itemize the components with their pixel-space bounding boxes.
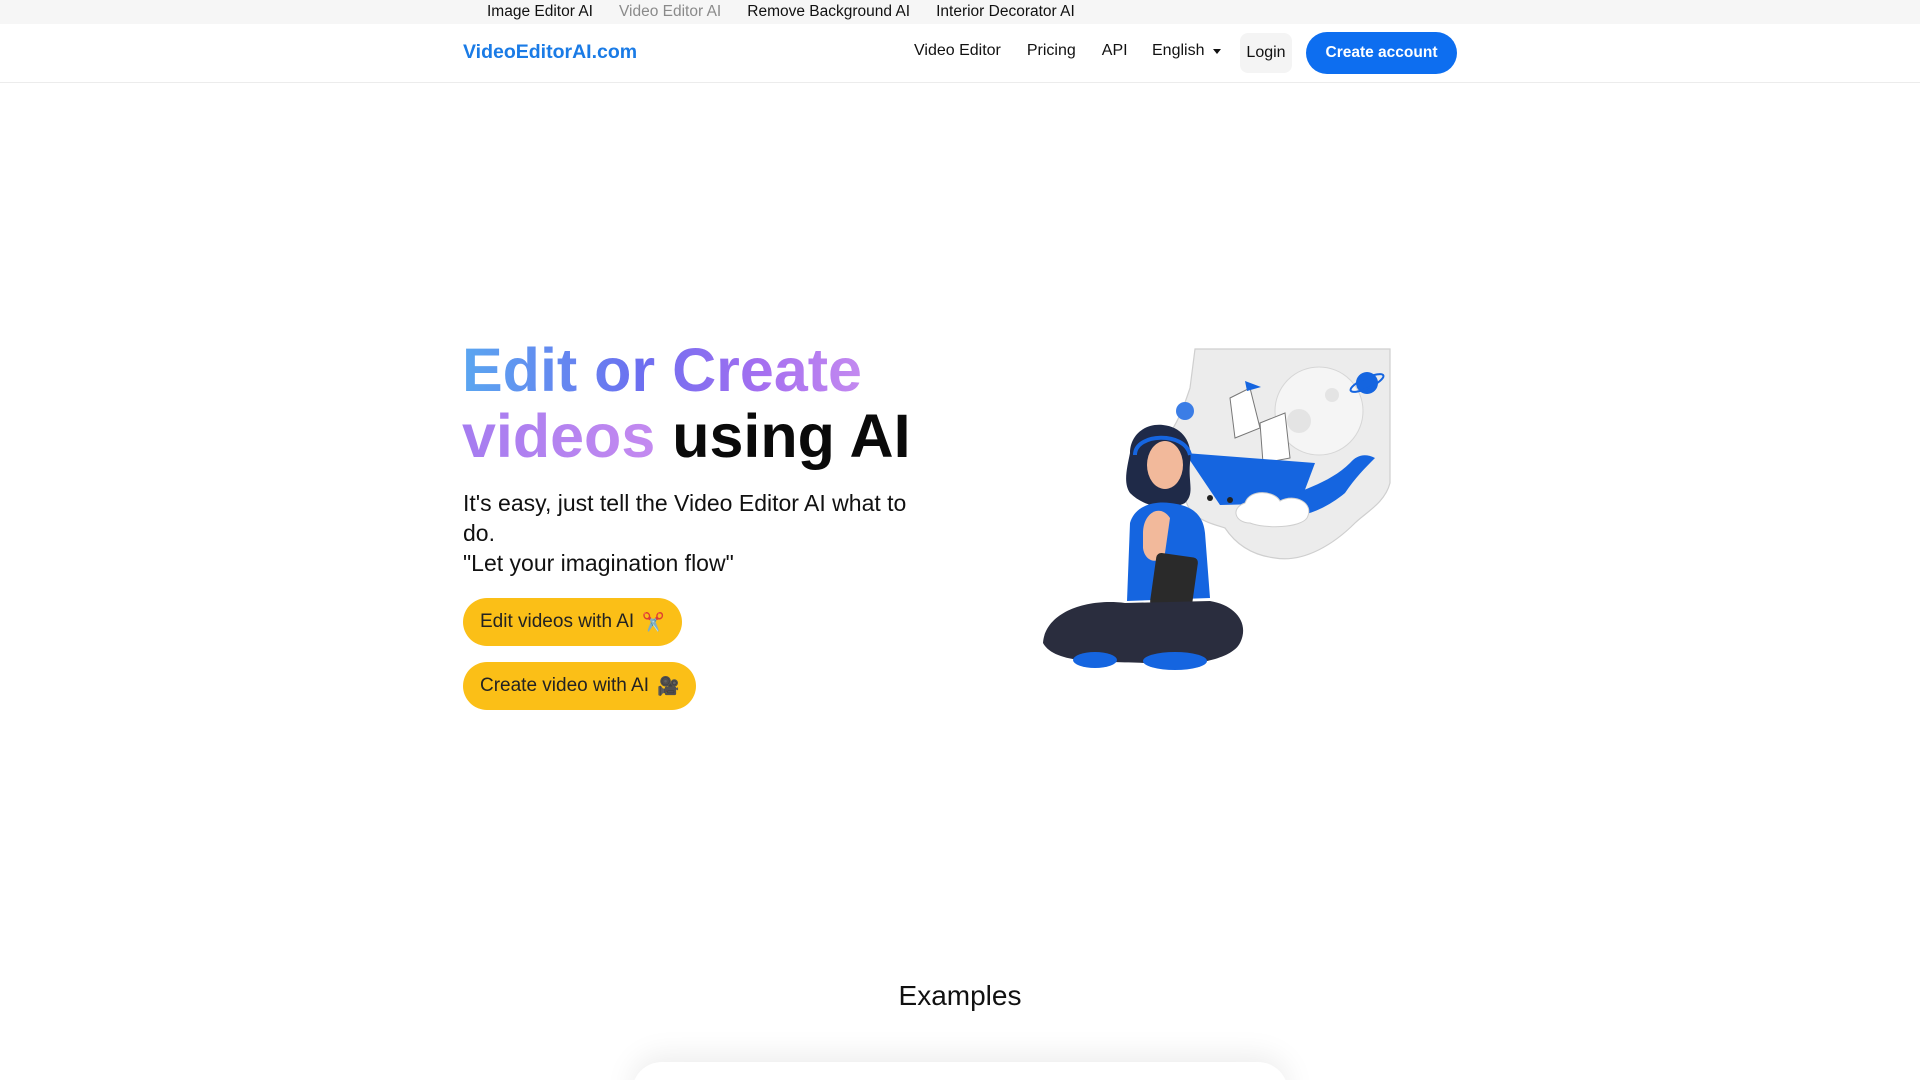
main-navbar: VideoEditorAI.com Video Editor Pricing A… bbox=[0, 24, 1920, 83]
product-link-interior-decorator[interactable]: Interior Decorator AI bbox=[936, 3, 1075, 21]
hero-illustration bbox=[1043, 348, 1391, 670]
product-link-video-editor[interactable]: Video Editor AI bbox=[619, 3, 721, 21]
product-link-remove-background[interactable]: Remove Background AI bbox=[747, 3, 910, 21]
girl-foot bbox=[1143, 652, 1207, 670]
hero-subtitle-line2: "Let your imagination flow" bbox=[463, 550, 734, 576]
login-button[interactable]: Login bbox=[1240, 33, 1292, 73]
edit-videos-button[interactable]: Edit videos with AI ✂️ bbox=[463, 598, 682, 646]
nav-link-pricing[interactable]: Pricing bbox=[1027, 42, 1076, 60]
camera-icon: 🎥 bbox=[656, 675, 680, 697]
language-label: English bbox=[1152, 42, 1205, 59]
ship-porthole bbox=[1207, 495, 1213, 501]
language-dropdown[interactable]: English bbox=[1152, 42, 1222, 60]
product-links: Image Editor AI Video Editor AI Remove B… bbox=[487, 3, 1075, 21]
product-strip: Image Editor AI Video Editor AI Remove B… bbox=[0, 0, 1920, 24]
hero-title-rest: using AI bbox=[655, 402, 911, 470]
caret-down-icon bbox=[1213, 48, 1222, 54]
edit-videos-label: Edit videos with AI bbox=[480, 611, 635, 632]
hero-title: Edit or Create videos using AI bbox=[462, 337, 911, 469]
girl-legs bbox=[1043, 601, 1244, 665]
create-video-label: Create video with AI bbox=[480, 675, 649, 696]
nav-link-api[interactable]: API bbox=[1102, 42, 1128, 60]
moon-crater bbox=[1325, 388, 1339, 402]
girl-face bbox=[1147, 441, 1183, 489]
examples-heading: Examples bbox=[898, 980, 1022, 1011]
hero-title-videos: videos bbox=[462, 402, 656, 470]
hero-subtitle: It's easy, just tell the Video Editor AI… bbox=[463, 488, 933, 578]
small-planet bbox=[1176, 402, 1194, 420]
scissors-icon: ✂️ bbox=[642, 611, 665, 633]
hero-subtitle-line1: It's easy, just tell the Video Editor AI… bbox=[463, 490, 907, 546]
product-link-image-editor[interactable]: Image Editor AI bbox=[487, 3, 593, 21]
girl-foot bbox=[1073, 652, 1117, 668]
hero-title-highlight: Edit or Create bbox=[462, 336, 862, 404]
brand-logo-link[interactable]: VideoEditorAI.com bbox=[463, 41, 637, 64]
ship-porthole bbox=[1227, 497, 1233, 503]
nav-link-video-editor[interactable]: Video Editor bbox=[914, 42, 1001, 60]
example-card bbox=[632, 1062, 1288, 1080]
moon-crater bbox=[1287, 409, 1311, 433]
create-account-button[interactable]: Create account bbox=[1306, 32, 1457, 74]
create-video-button[interactable]: Create video with AI 🎥 bbox=[463, 662, 697, 710]
nav-links: Video Editor Pricing API bbox=[914, 42, 1128, 60]
